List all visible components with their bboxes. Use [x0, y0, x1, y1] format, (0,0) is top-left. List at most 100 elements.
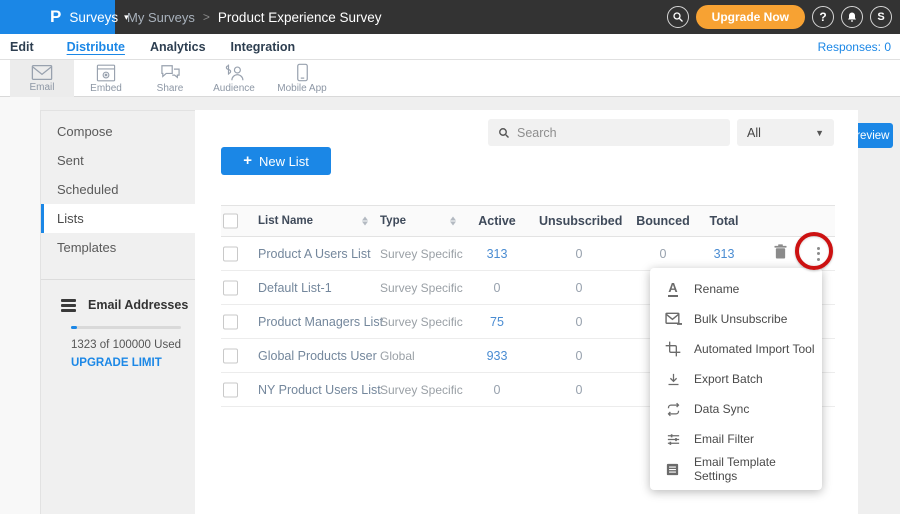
- breadcrumb-my-surveys[interactable]: My Surveys: [127, 10, 195, 25]
- tab-embed[interactable]: Embed: [74, 60, 138, 97]
- col-total: Total: [684, 214, 764, 228]
- questionpro-logo: P: [50, 7, 60, 27]
- unsubscribed-count[interactable]: 0: [539, 281, 619, 295]
- email-usage-progressbar: [71, 326, 181, 329]
- template-article-icon: [664, 460, 682, 478]
- upgrade-limit-link[interactable]: UPGRADE LIMIT: [71, 357, 195, 369]
- row-checkbox[interactable]: [223, 314, 238, 329]
- col-type[interactable]: Type: [380, 215, 406, 227]
- tab-share[interactable]: Share: [138, 60, 202, 97]
- list-name-link[interactable]: Product Managers List: [258, 315, 383, 329]
- active-count[interactable]: 0: [457, 383, 537, 397]
- breadcrumb: My Surveys > Product Experience Survey: [127, 0, 382, 34]
- table-header: List Name Type Active Unsubscribed Bounc…: [221, 205, 835, 237]
- col-active: Active: [457, 214, 537, 228]
- rename-icon: A: [664, 280, 682, 298]
- breadcrumb-separator: >: [203, 10, 210, 24]
- download-icon: [664, 370, 682, 388]
- bulk-unsubscribe-icon: [664, 310, 682, 328]
- product-switcher[interactable]: P Surveys ▾: [0, 0, 115, 34]
- select-all-checkbox[interactable]: [223, 214, 238, 229]
- sort-icon[interactable]: [362, 217, 368, 226]
- product-label: Surveys: [69, 10, 118, 25]
- list-type: Survey Specific: [380, 383, 463, 397]
- sync-repeat-icon: [664, 400, 682, 418]
- unsubscribed-count[interactable]: 0: [539, 383, 619, 397]
- email-sidebar: Compose Sent Scheduled Lists Templates E…: [40, 110, 195, 514]
- list-type: Survey Specific: [380, 315, 463, 329]
- list-type: Global: [380, 349, 415, 363]
- notifications-bell-icon[interactable]: [841, 6, 863, 28]
- mobile-app-icon: [296, 63, 309, 82]
- list-name-link[interactable]: Product A Users List: [258, 247, 371, 261]
- avatar[interactable]: S: [870, 6, 892, 28]
- search-input[interactable]: [517, 126, 707, 140]
- tab-audience[interactable]: Audience: [202, 60, 266, 97]
- responses-count[interactable]: Responses: 0: [818, 40, 891, 54]
- email-addresses-title: Email Addresses: [88, 298, 188, 312]
- menu-item-export-batch[interactable]: Export Batch: [650, 364, 822, 394]
- audience-icon: [223, 64, 245, 82]
- sidebar-item-compose[interactable]: Compose: [41, 117, 195, 146]
- upgrade-now-button[interactable]: Upgrade Now: [696, 5, 805, 29]
- page-left-margin: [0, 97, 40, 514]
- email-icon: [31, 64, 53, 81]
- header-actions: Upgrade Now ? S: [667, 0, 892, 34]
- list-name-link[interactable]: Global Products User: [258, 349, 377, 363]
- top-header: P Surveys ▾ My Surveys > Product Experie…: [0, 0, 900, 34]
- active-count[interactable]: 933: [457, 349, 537, 363]
- row-checkbox[interactable]: [223, 246, 238, 261]
- tab-email[interactable]: Email: [10, 60, 74, 97]
- questionpro-app: P Surveys ▾ My Surveys > Product Experie…: [0, 0, 900, 514]
- sidebar-divider: [41, 279, 195, 280]
- tab-edit[interactable]: Edit: [10, 40, 34, 54]
- unsubscribed-count[interactable]: 0: [539, 349, 619, 363]
- distribute-toolbar: Email Embed Share Audience: [0, 60, 900, 97]
- tab-integration[interactable]: Integration: [231, 40, 296, 54]
- menu-item-data-sync[interactable]: Data Sync: [650, 394, 822, 424]
- search-box: [488, 119, 730, 146]
- sidebar-item-lists[interactable]: Lists: [41, 204, 195, 233]
- new-list-button[interactable]: + New List: [221, 147, 331, 175]
- row-actions-kebab-icon[interactable]: [809, 244, 827, 264]
- sidebar-item-templates[interactable]: Templates: [41, 233, 195, 262]
- col-list-name[interactable]: List Name: [258, 215, 313, 227]
- list-type: Survey Specific: [380, 281, 463, 295]
- table-row: Product A Users List Survey Specific 313…: [221, 237, 835, 271]
- list-name-link[interactable]: Default List-1: [258, 281, 332, 295]
- embed-icon: [96, 64, 116, 82]
- filter-value: All: [747, 126, 761, 140]
- filter-dropdown[interactable]: All ▼: [737, 119, 834, 146]
- row-actions-menu: A Rename Bulk Unsubscribe Automated Impo…: [650, 268, 822, 490]
- list-type: Survey Specific: [380, 247, 463, 261]
- search-icon[interactable]: [667, 6, 689, 28]
- delete-trash-icon[interactable]: [774, 244, 787, 264]
- row-checkbox[interactable]: [223, 348, 238, 363]
- sidebar-item-scheduled[interactable]: Scheduled: [41, 175, 195, 204]
- share-icon: [160, 64, 181, 82]
- chevron-down-icon: ▼: [815, 128, 824, 138]
- row-checkbox[interactable]: [223, 280, 238, 295]
- unsubscribed-count[interactable]: 0: [539, 247, 619, 261]
- menu-item-bulk-unsubscribe[interactable]: Bulk Unsubscribe: [650, 304, 822, 334]
- active-count[interactable]: 0: [457, 281, 537, 295]
- active-count[interactable]: 313: [457, 247, 537, 261]
- active-count[interactable]: 75: [457, 315, 537, 329]
- unsubscribed-count[interactable]: 0: [539, 315, 619, 329]
- help-icon[interactable]: ?: [812, 6, 834, 28]
- menu-item-email-filter[interactable]: Email Filter: [650, 424, 822, 454]
- total-count[interactable]: 313: [684, 247, 764, 261]
- tab-analytics[interactable]: Analytics: [150, 40, 206, 54]
- email-addresses-list-icon: [61, 299, 76, 312]
- plus-icon: +: [243, 152, 252, 169]
- menu-item-automated-import-tool[interactable]: Automated Import Tool: [650, 334, 822, 364]
- menu-item-rename[interactable]: A Rename: [650, 274, 822, 304]
- crop-import-icon: [664, 340, 682, 358]
- list-name-link[interactable]: NY Product Users List: [258, 383, 381, 397]
- tab-mobile-app[interactable]: Mobile App: [266, 60, 338, 97]
- sidebar-item-sent[interactable]: Sent: [41, 146, 195, 175]
- sort-icon[interactable]: [450, 217, 456, 226]
- row-checkbox[interactable]: [223, 382, 238, 397]
- menu-item-email-template-settings[interactable]: Email Template Settings: [650, 454, 822, 484]
- tab-distribute[interactable]: Distribute: [67, 40, 125, 54]
